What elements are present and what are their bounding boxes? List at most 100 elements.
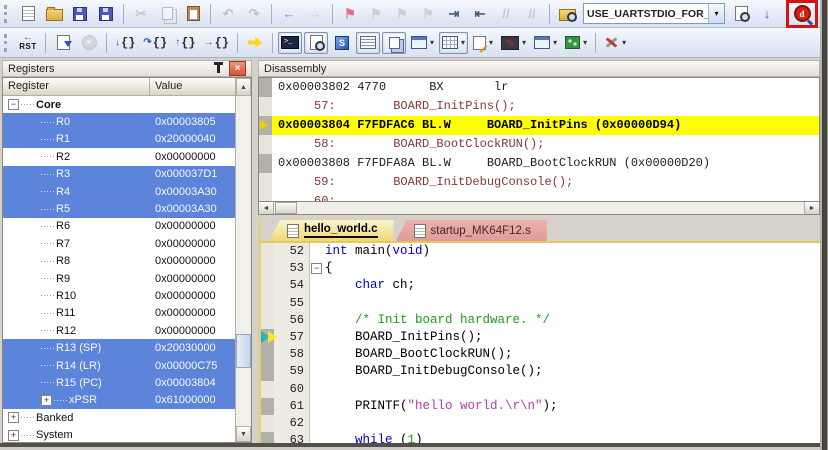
value-column-header[interactable]: Value (150, 78, 235, 96)
expand-plus-box[interactable]: + (41, 395, 52, 406)
dropdown-arrow-icon[interactable]: ▾ (522, 38, 526, 47)
breakpoint-margin[interactable] (261, 243, 274, 260)
disable-all-breakpoints-button[interactable]: ⚑ (390, 3, 414, 25)
scroll-up-button[interactable]: ▲ (236, 78, 251, 96)
code-line[interactable]: 53−{ (261, 260, 820, 277)
disassembly-margin[interactable] (259, 192, 272, 201)
register-row[interactable]: +xPSR0x61000000 (3, 392, 235, 409)
step-over-button[interactable]: ↷{} (140, 32, 170, 54)
code-line[interactable]: 62 (261, 415, 820, 432)
breakpoint-margin[interactable] (261, 398, 274, 415)
code-line[interactable]: 52int main(void) (261, 243, 820, 260)
disassembly-hscrollbar[interactable]: ◄ ► (258, 201, 820, 215)
code-line[interactable]: 61 PRINTF("hello world.\r\n"); (261, 398, 820, 415)
register-row[interactable]: R15 (PC)0x00003804 (3, 374, 235, 391)
stop-button[interactable]: × (77, 32, 101, 54)
system-viewer-windows-button[interactable]: ▾ (562, 32, 590, 54)
register-row[interactable]: R80x00000000 (3, 253, 235, 270)
breakpoint-margin[interactable] (261, 260, 274, 277)
register-row[interactable]: R120x00000000 (3, 322, 235, 339)
disassembly-line[interactable]: 59: BOARD_InitDebugConsole(); (259, 173, 819, 192)
breakpoint-margin[interactable] (261, 312, 274, 329)
find-in-files-button[interactable] (555, 3, 579, 25)
register-row[interactable]: R100x00000000 (3, 287, 235, 304)
register-row[interactable]: R70x00000000 (3, 235, 235, 252)
registers-scrollbar[interactable]: ▲ ▼ (235, 78, 251, 442)
memory-windows-button[interactable]: ▾ (439, 32, 468, 54)
breakpoint-margin[interactable] (261, 329, 274, 346)
tab-startup-mk64f12-s[interactable]: startup_MK64F12.s (396, 220, 547, 241)
breakpoint-margin[interactable] (261, 295, 274, 312)
cut-button[interactable]: ✂ (129, 3, 153, 25)
collapse-minus-box[interactable]: − (8, 99, 19, 110)
run-button[interactable] (51, 32, 75, 54)
save-button[interactable] (68, 3, 92, 25)
breakpoint-margin[interactable] (261, 432, 274, 443)
disassembly-margin[interactable] (259, 78, 272, 97)
step-into-button[interactable]: ↓{} (112, 32, 138, 54)
register-row[interactable]: R50x00003A30 (3, 200, 235, 217)
breakpoint-margin[interactable] (261, 277, 274, 294)
new-file-button[interactable] (16, 3, 40, 25)
code-line[interactable]: 58 BOARD_BootClockRUN(); (261, 346, 820, 363)
toolbar-grip[interactable] (4, 5, 12, 23)
code-line[interactable]: 55 (261, 295, 820, 312)
registers-window-button[interactable] (356, 32, 380, 54)
toolbox-button[interactable]: ▾ (601, 32, 629, 54)
disassembly-margin[interactable] (259, 97, 272, 116)
tab-hello-world-c[interactable]: hello_world.c (269, 220, 394, 241)
reset-cpu-button[interactable]: ←RST (16, 32, 40, 54)
unindent-button[interactable]: ⇤ (468, 3, 492, 25)
uncomment-button[interactable]: // (520, 3, 544, 25)
disassembly-margin[interactable] (259, 116, 272, 135)
pin-icon[interactable] (217, 65, 220, 73)
disassembly-line[interactable]: 60: (259, 192, 819, 201)
symbols-window-button[interactable]: S (330, 32, 354, 54)
register-row[interactable]: R40x00003A30 (3, 183, 235, 200)
navigate-back-button[interactable]: ← (277, 3, 301, 25)
register-row[interactable]: R30x000037D1 (3, 166, 235, 183)
breakpoint-margin[interactable] (261, 381, 274, 398)
search-combo[interactable]: USE_UARTSTDIO_FOR_EF▾ (583, 3, 725, 24)
paste-button[interactable] (181, 3, 205, 25)
vertical-splitter[interactable] (252, 58, 258, 443)
code-line[interactable]: 57 BOARD_InitPins(); (261, 329, 820, 346)
register-row[interactable]: R90x00000000 (3, 270, 235, 287)
expand-plus-box[interactable]: + (8, 412, 19, 423)
serial-windows-button[interactable]: ▾ (470, 32, 496, 54)
insert-breakpoint-button[interactable]: ⚑ (338, 3, 362, 25)
comment-button[interactable]: // (494, 3, 518, 25)
register-row[interactable]: R60x00000000 (3, 218, 235, 235)
disassembly-margin[interactable] (259, 154, 272, 173)
disassembly-window-button[interactable] (304, 32, 328, 54)
breakpoint-margin[interactable] (261, 363, 274, 380)
register-row[interactable]: +Banked (3, 409, 235, 426)
start-stop-debug-button[interactable]: d (790, 3, 814, 25)
register-row[interactable]: −Core (3, 96, 235, 113)
register-row[interactable]: R14 (LR)0x00000C75 (3, 357, 235, 374)
collapse-minus-box[interactable]: − (311, 263, 322, 274)
scroll-down-button[interactable]: ▼ (236, 426, 251, 442)
dropdown-arrow-icon[interactable]: ▾ (622, 38, 626, 47)
step-out-button[interactable]: ↑{} (172, 32, 198, 54)
trace-windows-button[interactable]: ▾ (531, 32, 560, 54)
redo-button[interactable]: ↷ (242, 3, 266, 25)
register-row[interactable]: R20x00000000 (3, 148, 235, 165)
disassembly-margin[interactable] (259, 173, 272, 192)
dropdown-arrow-icon[interactable]: ▾ (553, 38, 557, 47)
combo-dropdown-button[interactable]: ▾ (708, 4, 724, 23)
dropdown-arrow-icon[interactable]: ▾ (489, 38, 493, 47)
disassembly-line[interactable]: 0x00003804 F7FDFAC6 BL.W BOARD_InitPins … (259, 116, 819, 135)
expand-plus-box[interactable]: + (8, 430, 19, 441)
disassembly-margin[interactable] (259, 135, 272, 154)
scroll-right-button[interactable]: ► (804, 202, 819, 214)
code-line[interactable]: 60 (261, 381, 820, 398)
register-row[interactable]: R13 (SP)0x20030000 (3, 339, 235, 356)
disassembly-line[interactable]: 0x00003808 F7FDFA8A BL.W BOARD_BootClock… (259, 154, 819, 173)
open-file-button[interactable] (42, 3, 66, 25)
analysis-windows-button[interactable]: ∿▾ (498, 32, 529, 54)
code-editor[interactable]: 52int main(void)53−{54 char ch;5556 /* I… (261, 243, 820, 443)
breakpoint-margin[interactable] (261, 346, 274, 363)
dropdown-arrow-icon[interactable]: ▾ (583, 38, 587, 47)
close-button[interactable]: × (229, 61, 246, 76)
